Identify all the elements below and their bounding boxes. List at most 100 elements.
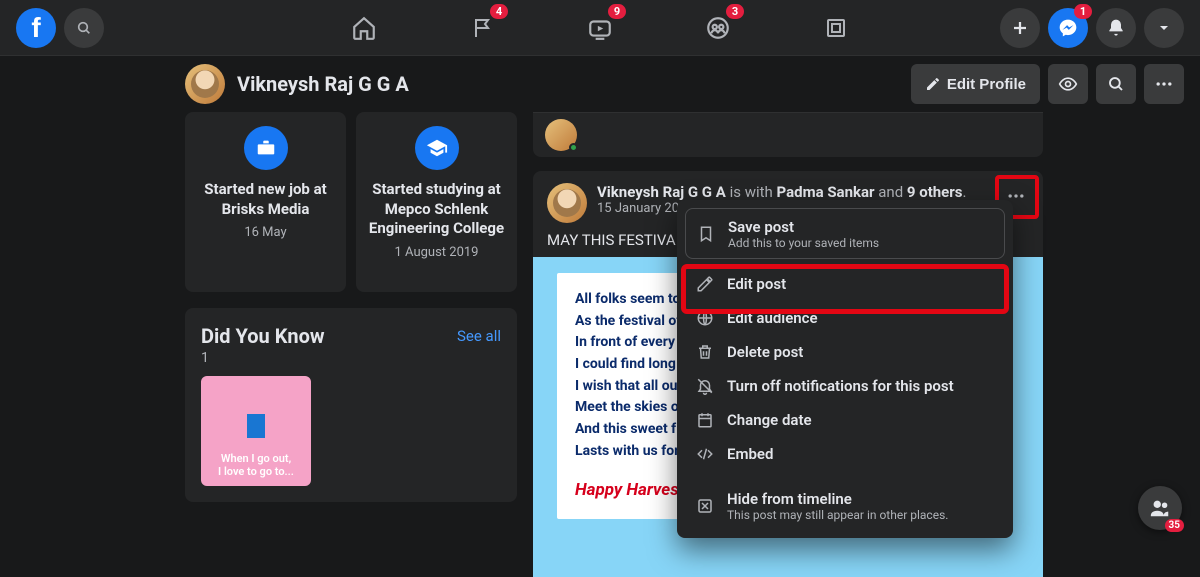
menu-audience-label: Edit audience: [727, 309, 818, 327]
notifications-button[interactable]: [1096, 8, 1136, 48]
facebook-logo[interactable]: f: [16, 8, 56, 48]
nav-home[interactable]: [340, 4, 388, 52]
pencil-icon: [696, 275, 714, 293]
post-author-line: Vikneysh Raj G G A is with Padma Sankar …: [597, 183, 966, 201]
account-button[interactable]: [1144, 8, 1184, 48]
search-button[interactable]: [64, 8, 104, 48]
menu-delete-post[interactable]: Delete post: [685, 335, 1005, 369]
bookmark-icon: [697, 225, 715, 243]
plus-icon: [1011, 19, 1029, 37]
top-nav-center: 4 9 3: [340, 4, 860, 52]
comment-composer-partial: [533, 112, 1043, 157]
messenger-badge: 1: [1074, 4, 1092, 19]
life-event-title: Started new job at Brisks Media: [195, 180, 336, 219]
menu-hide-from-timeline[interactable]: Hide from timeline This post may still a…: [685, 481, 1005, 530]
menu-delete-label: Delete post: [727, 343, 803, 361]
did-you-know-card: Did You Know See all 1 When I go out, I …: [185, 308, 517, 502]
flag-icon: [470, 16, 494, 40]
edit-profile-button[interactable]: Edit Profile: [911, 64, 1040, 104]
dyk-count: 1: [201, 350, 501, 366]
trash-icon: [696, 343, 714, 361]
groups-badge: 3: [726, 4, 744, 19]
x-box-icon: [696, 497, 714, 515]
content-row: Started new job at Brisks Media 16 May S…: [0, 112, 1200, 577]
menu-embed[interactable]: Embed: [685, 437, 1005, 471]
top-nav-right: 1: [1000, 8, 1184, 48]
menu-edit-label: Edit post: [727, 275, 786, 293]
post-is-with: is with: [730, 183, 773, 201]
view-as-button[interactable]: [1048, 64, 1088, 104]
profile-bar: Vikneysh Raj G G A Edit Profile: [0, 56, 1200, 112]
search-icon: [76, 20, 92, 36]
menu-turn-off-notifications[interactable]: Turn off notifications for this post: [685, 369, 1005, 403]
dyk-heading: Did You Know: [201, 324, 325, 348]
watch-icon: [587, 15, 613, 41]
top-nav: f 4 9 3 1: [0, 0, 1200, 56]
post-and: and: [878, 183, 903, 201]
briefcase-icon: [244, 126, 288, 170]
friends-floating-button[interactable]: 35: [1138, 486, 1182, 530]
gaming-icon: [824, 16, 848, 40]
edit-profile-label: Edit Profile: [947, 76, 1026, 93]
graduation-icon: [415, 126, 459, 170]
dyk-tile[interactable]: When I go out, I love to go to...: [201, 376, 311, 486]
code-icon: [696, 445, 714, 463]
profile-avatar[interactable]: [185, 64, 225, 104]
dots-icon: [1154, 74, 1174, 94]
profile-name: Vikneysh Raj G G A: [237, 72, 409, 96]
post-author-name[interactable]: Vikneysh Raj G G A: [597, 183, 726, 201]
dyk-tile-text: When I go out,: [221, 452, 291, 465]
menu-edit-post[interactable]: Edit post: [685, 267, 1005, 301]
post-author-avatar[interactable]: [547, 183, 587, 223]
comment-avatar: [545, 119, 577, 151]
calendar-icon: [696, 411, 714, 429]
messenger-button[interactable]: 1: [1048, 8, 1088, 48]
nav-watch[interactable]: 9: [576, 4, 624, 52]
menu-save-post[interactable]: Save post Add this to your saved items: [685, 208, 1005, 259]
top-nav-left: f: [16, 8, 104, 48]
menu-notifications-label: Turn off notifications for this post: [727, 377, 954, 395]
eye-icon: [1058, 74, 1078, 94]
see-all-link[interactable]: See all: [457, 327, 501, 345]
life-event-title: Started studying at Mepco Schlenk Engine…: [366, 180, 507, 239]
menu-change-date-label: Change date: [727, 411, 812, 429]
bell-off-icon: [696, 377, 714, 395]
life-event-card[interactable]: Started new job at Brisks Media 16 May: [185, 112, 346, 292]
menu-change-date[interactable]: Change date: [685, 403, 1005, 437]
online-indicator: [569, 143, 578, 152]
friends-icon: [1149, 497, 1171, 519]
menu-save-label: Save post: [728, 218, 794, 236]
messenger-icon: [1058, 18, 1078, 38]
watch-badge: 9: [608, 4, 626, 19]
search-icon: [1107, 75, 1125, 93]
dyk-tile-text: I love to go to...: [218, 465, 294, 478]
left-column: Started new job at Brisks Media 16 May S…: [185, 112, 517, 577]
menu-embed-label: Embed: [727, 445, 773, 463]
nav-pages[interactable]: 4: [458, 4, 506, 52]
life-event-card[interactable]: Started studying at Mepco Schlenk Engine…: [356, 112, 517, 292]
profile-bar-actions: Edit Profile: [911, 64, 1184, 104]
create-button[interactable]: [1000, 8, 1040, 48]
menu-edit-audience[interactable]: Edit audience: [685, 301, 1005, 335]
menu-hide-sub: This post may still appear in other plac…: [727, 508, 948, 522]
post-others-link[interactable]: 9 others: [907, 183, 963, 201]
menu-hide-label: Hide from timeline: [727, 490, 852, 508]
profile-search-button[interactable]: [1096, 64, 1136, 104]
home-icon: [351, 15, 377, 41]
life-event-date: 16 May: [244, 225, 286, 240]
character-icon: [247, 414, 265, 438]
menu-save-sub: Add this to your saved items: [728, 236, 879, 250]
nav-gaming[interactable]: [812, 4, 860, 52]
caret-down-icon: [1156, 20, 1172, 36]
bell-icon: [1106, 18, 1126, 38]
post-options-menu: Save post Add this to your saved items E…: [677, 200, 1013, 538]
pages-badge: 4: [490, 4, 508, 19]
profile-more-button[interactable]: [1144, 64, 1184, 104]
life-events-row: Started new job at Brisks Media 16 May S…: [185, 112, 517, 292]
life-event-date: 1 August 2019: [395, 245, 479, 260]
post-tagged-person[interactable]: Padma Sankar: [777, 183, 875, 201]
nav-groups[interactable]: 3: [694, 4, 742, 52]
pencil-icon: [925, 76, 941, 92]
globe-icon: [696, 309, 714, 327]
friends-count-badge: 35: [1165, 519, 1184, 532]
